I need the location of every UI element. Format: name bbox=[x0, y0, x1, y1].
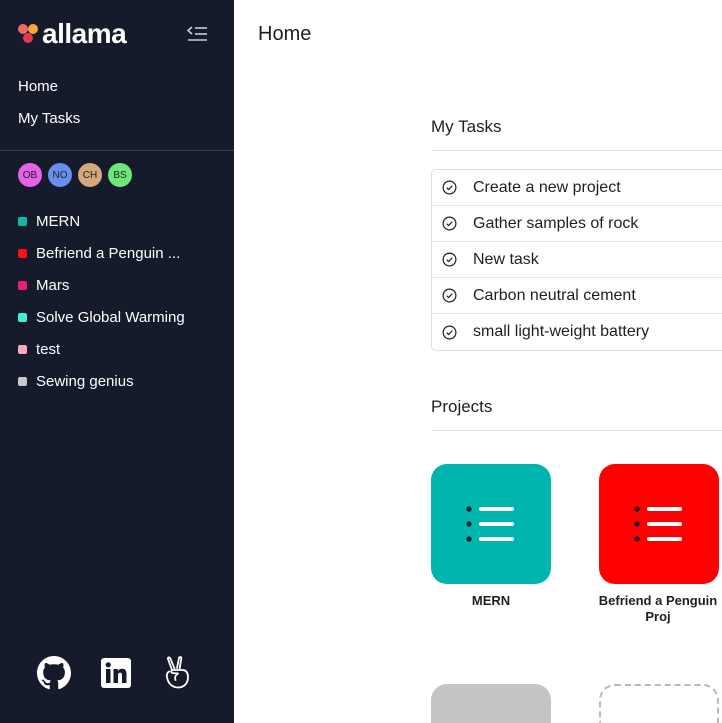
task-name: Gather samples of rock bbox=[473, 215, 638, 233]
logo-dots-icon bbox=[18, 23, 40, 45]
check-circle-icon[interactable] bbox=[442, 216, 457, 231]
project-color-dot bbox=[18, 249, 27, 258]
task-name: Carbon neutral cement bbox=[473, 287, 636, 305]
nav-my-tasks[interactable]: My Tasks bbox=[18, 110, 80, 127]
social-links bbox=[37, 656, 195, 690]
sidebar-project-item[interactable]: Sewing genius bbox=[18, 365, 185, 397]
avatar[interactable]: BS bbox=[108, 163, 132, 187]
team-avatars: OB NO CH BS bbox=[18, 163, 132, 187]
task-row[interactable]: New task bbox=[432, 242, 722, 278]
sidebar-project-list: MERN Befriend a Penguin ... Mars Solve G… bbox=[18, 205, 185, 397]
check-circle-icon[interactable] bbox=[442, 252, 457, 267]
angellist-icon[interactable] bbox=[161, 656, 195, 690]
sidebar-divider bbox=[0, 150, 234, 151]
task-row[interactable]: Carbon neutral cement bbox=[432, 278, 722, 314]
task-row[interactable]: small light-weight battery bbox=[432, 314, 722, 350]
avatar[interactable]: OB bbox=[18, 163, 42, 187]
projects-title: Projects bbox=[431, 397, 492, 417]
sidebar-project-label: test bbox=[36, 341, 60, 358]
check-circle-icon[interactable] bbox=[442, 325, 457, 340]
sidebar-project-label: Solve Global Warming bbox=[36, 309, 185, 326]
app-logo[interactable]: allama bbox=[18, 20, 126, 48]
sidebar-project-label: MERN bbox=[36, 213, 80, 230]
section-divider bbox=[431, 430, 722, 431]
project-color-dot bbox=[18, 345, 27, 354]
project-color-dot bbox=[18, 313, 27, 322]
linkedin-icon[interactable] bbox=[99, 656, 133, 690]
sidebar-project-label: Sewing genius bbox=[36, 373, 134, 390]
task-name: New task bbox=[473, 251, 539, 269]
project-color-dot bbox=[18, 377, 27, 386]
app-name: allama bbox=[42, 20, 126, 48]
sidebar-project-item[interactable]: Befriend a Penguin ... bbox=[18, 237, 185, 269]
sidebar-project-label: Mars bbox=[36, 277, 69, 294]
sidebar-project-label: Befriend a Penguin ... bbox=[36, 245, 180, 262]
task-name: small light-weight battery bbox=[473, 323, 649, 341]
check-circle-icon[interactable] bbox=[442, 180, 457, 195]
project-color-dot bbox=[18, 281, 27, 290]
my-tasks-title: My Tasks bbox=[431, 117, 502, 137]
page-title: Home bbox=[258, 23, 311, 46]
task-row[interactable]: Create a new project bbox=[432, 170, 722, 206]
project-tile-mern[interactable] bbox=[431, 464, 551, 584]
task-name: Create a new project bbox=[473, 179, 621, 197]
check-circle-icon[interactable] bbox=[442, 288, 457, 303]
nav-home[interactable]: Home bbox=[18, 78, 58, 95]
sidebar-project-item[interactable]: Mars bbox=[18, 269, 185, 301]
list-icon bbox=[466, 506, 516, 542]
collapse-sidebar-icon[interactable] bbox=[186, 24, 208, 44]
github-icon[interactable] bbox=[37, 656, 71, 690]
avatar[interactable]: NO bbox=[48, 163, 72, 187]
project-color-dot bbox=[18, 217, 27, 226]
sidebar-project-item[interactable]: Solve Global Warming bbox=[18, 301, 185, 333]
project-tile-label[interactable]: MERN bbox=[426, 593, 556, 609]
my-tasks-list: Create a new project Gather samples of r… bbox=[431, 169, 722, 351]
list-icon bbox=[634, 506, 684, 542]
section-divider bbox=[431, 150, 722, 151]
project-tile-penguin[interactable] bbox=[599, 464, 719, 584]
sidebar-project-item[interactable]: MERN bbox=[18, 205, 185, 237]
sidebar-project-item[interactable]: test bbox=[18, 333, 185, 365]
project-tile-label[interactable]: Befriend a Penguin Proj bbox=[594, 593, 722, 625]
avatar[interactable]: CH bbox=[78, 163, 102, 187]
new-project-tile[interactable] bbox=[599, 684, 719, 723]
project-tile[interactable] bbox=[431, 684, 551, 723]
task-row[interactable]: Gather samples of rock bbox=[432, 206, 722, 242]
sidebar: allama Home My Tasks OB NO CH BS MERN Be… bbox=[0, 0, 234, 723]
